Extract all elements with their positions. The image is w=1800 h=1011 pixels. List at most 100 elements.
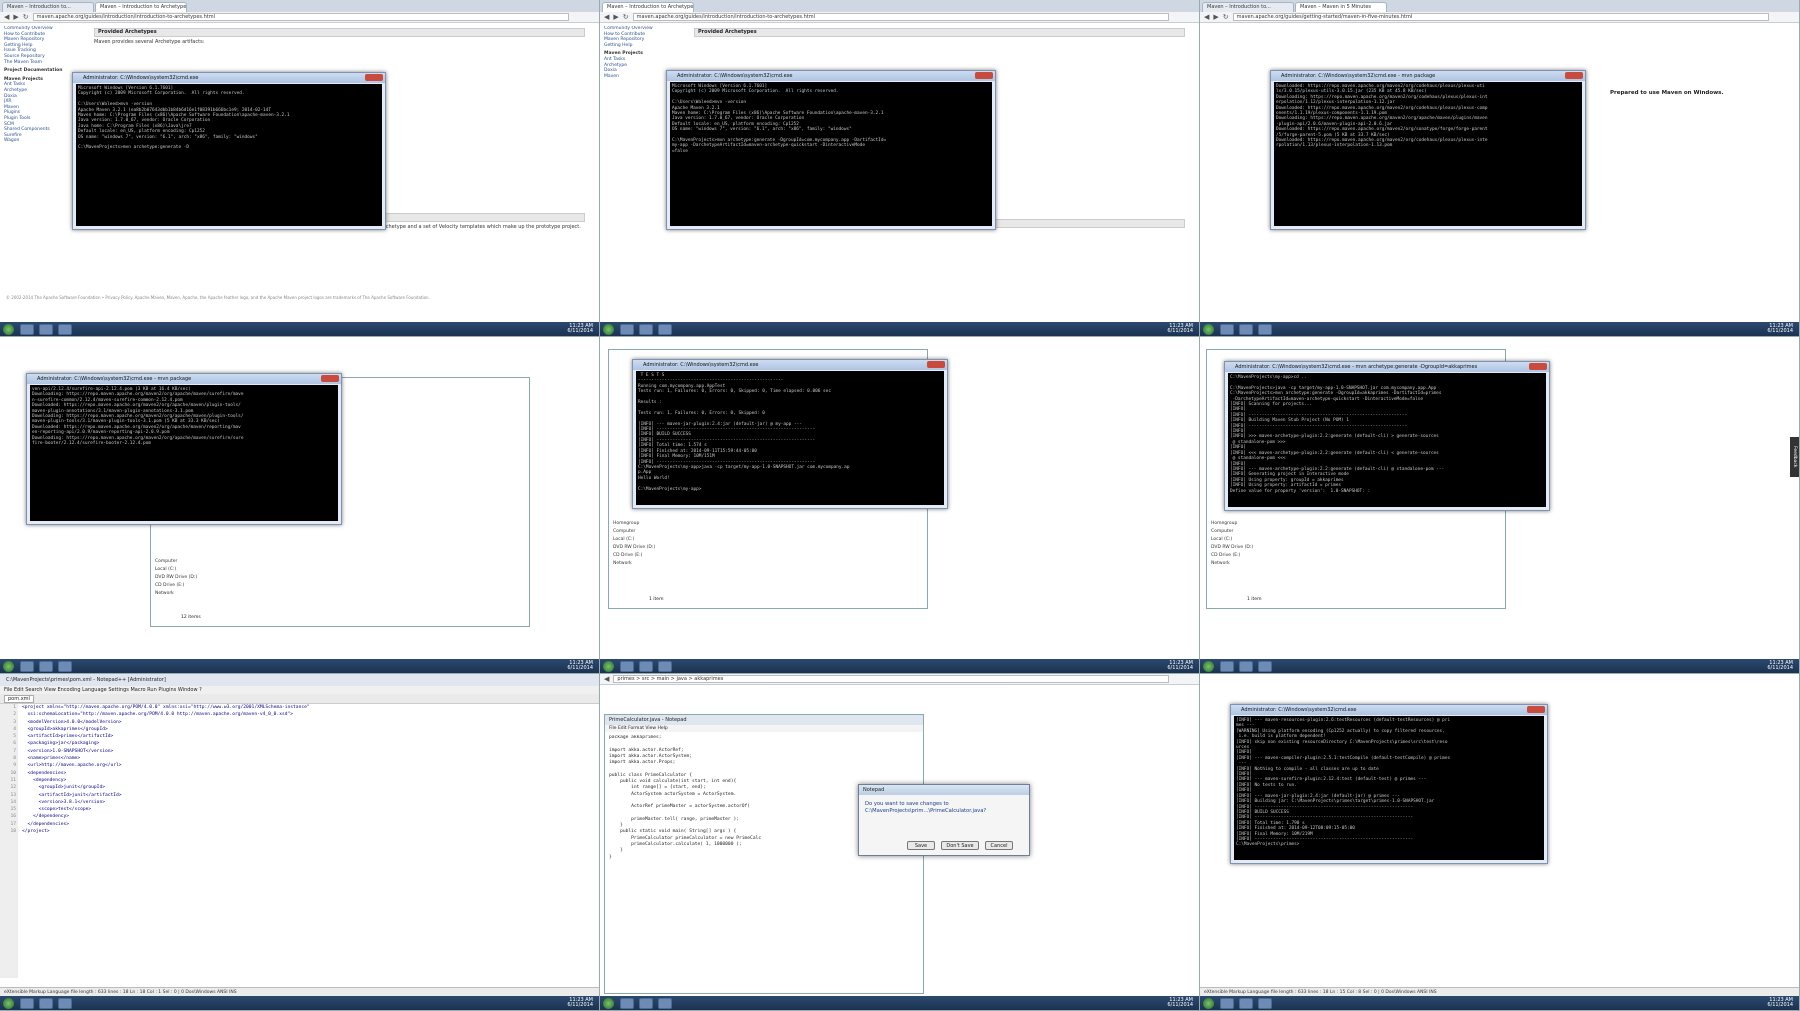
browser-tab-active[interactable]: Maven – Maven in 5 Minutes: [1295, 2, 1387, 12]
cmd-output[interactable]: T E S T S ------------------------------…: [636, 371, 944, 505]
tree-item[interactable]: DVD RW Drive (D:): [155, 574, 197, 582]
browser-tab[interactable]: Maven – Introduction to...: [2, 2, 94, 12]
cmd-window[interactable]: Administrator: C:\Windows\system32\cmd.e…: [72, 72, 386, 230]
start-button-icon[interactable]: [3, 323, 14, 335]
close-icon[interactable]: [365, 74, 383, 81]
chrome-taskbar-icon[interactable]: [39, 323, 53, 335]
explorer-taskbar-icon[interactable]: [20, 323, 34, 335]
back-icon[interactable]: ◀: [4, 13, 9, 21]
start-button-icon[interactable]: [3, 660, 14, 672]
explorer-taskbar-icon[interactable]: [20, 997, 34, 1009]
tree-item[interactable]: Local (C:): [155, 566, 197, 574]
explorer-taskbar-icon[interactable]: [20, 660, 34, 672]
cmd-window[interactable]: Administrator: C:\Windows\system32\cmd.e…: [1230, 704, 1548, 864]
chrome-taskbar-icon[interactable]: [39, 997, 53, 1009]
notepadpp-taskbar-icon[interactable]: [58, 997, 72, 1009]
cmd-window[interactable]: Administrator: C:\Windows\system32\cmd.e…: [1270, 70, 1586, 230]
url-input[interactable]: maven.apache.org/guides/getting-started/…: [1232, 13, 1769, 21]
tree-item[interactable]: Network: [1211, 560, 1253, 568]
tree-item[interactable]: Homegroup: [1211, 520, 1253, 528]
cmd-output[interactable]: Microsoft Windows [Version 6.1.7601] Cop…: [670, 82, 992, 226]
cmd-taskbar-icon[interactable]: [658, 660, 672, 672]
tree-item[interactable]: Local (C:): [1211, 536, 1253, 544]
explorer-taskbar-icon[interactable]: [620, 660, 634, 672]
forward-icon[interactable]: ▶: [13, 13, 18, 21]
explorer-taskbar-icon[interactable]: [1220, 323, 1234, 335]
tree-item[interactable]: Computer: [155, 558, 197, 566]
back-icon[interactable]: ◀: [604, 675, 609, 683]
url-input[interactable]: maven.apache.org/guides/introduction/int…: [32, 13, 569, 21]
back-icon[interactable]: ◀: [604, 13, 609, 21]
start-button-icon[interactable]: [1203, 997, 1214, 1009]
tree-item[interactable]: CD Drive (E:): [155, 582, 197, 590]
tree-item[interactable]: Network: [613, 560, 655, 568]
tree-item[interactable]: Computer: [613, 528, 655, 536]
chrome-taskbar-icon[interactable]: [1239, 323, 1253, 335]
close-icon[interactable]: [975, 72, 993, 79]
cmd-output[interactable]: Downloaded: https://repo.maven.apache.or…: [1274, 82, 1582, 226]
cmd-taskbar-icon[interactable]: [658, 323, 672, 335]
url-input[interactable]: maven.apache.org/guides/introduction/int…: [632, 13, 1169, 21]
path-input[interactable]: primes > src > main > java > akkaprimes: [613, 675, 1169, 683]
chrome-taskbar-icon[interactable]: [639, 323, 653, 335]
start-button-icon[interactable]: [603, 323, 614, 335]
tree-item[interactable]: Computer: [1211, 528, 1253, 536]
chrome-taskbar-icon[interactable]: [1239, 660, 1253, 672]
reload-icon[interactable]: ↻: [1223, 13, 1229, 21]
close-icon[interactable]: [1565, 72, 1583, 79]
tree-item[interactable]: CD Drive (E:): [1211, 552, 1253, 560]
cmd-taskbar-icon[interactable]: [1258, 660, 1272, 672]
chrome-taskbar-icon[interactable]: [1239, 997, 1253, 1009]
start-button-icon[interactable]: [3, 997, 14, 1009]
close-icon[interactable]: [1529, 363, 1547, 370]
browser-tab[interactable]: Maven – Introduction to...: [1202, 2, 1294, 12]
tree-item[interactable]: Local (C:): [613, 536, 655, 544]
back-icon[interactable]: ◀: [1204, 13, 1209, 21]
close-icon[interactable]: [321, 375, 339, 382]
notepad-text[interactable]: package akkaprimes; import akka.actor.Ac…: [609, 735, 919, 989]
start-button-icon[interactable]: [603, 660, 614, 672]
chrome-taskbar-icon[interactable]: [639, 997, 653, 1009]
tree-item[interactable]: DVD RW Drive (D:): [613, 544, 655, 552]
file-tab[interactable]: pom.xml: [4, 695, 34, 703]
save-button[interactable]: Save: [907, 841, 935, 850]
chrome-taskbar-icon[interactable]: [639, 660, 653, 672]
feedback-tab[interactable]: Feedback: [1790, 437, 1799, 477]
close-icon[interactable]: [927, 361, 945, 368]
start-button-icon[interactable]: [603, 997, 614, 1009]
explorer-taskbar-icon[interactable]: [1220, 660, 1234, 672]
notepad-menu[interactable]: File Edit Format View Help: [605, 725, 923, 732]
tree-item[interactable]: Homegroup: [613, 520, 655, 528]
tree-item[interactable]: CD Drive (E:): [613, 552, 655, 560]
code-editor[interactable]: <project xmlns="http://maven.apache.org/…: [22, 704, 593, 978]
dont-save-button[interactable]: Don't Save: [941, 841, 979, 850]
cmd-window[interactable]: Administrator: C:\Windows\system32\cmd.e…: [26, 373, 342, 525]
tree-item[interactable]: Network: [155, 590, 197, 598]
cmd-taskbar-icon[interactable]: [58, 660, 72, 672]
browser-tab-active[interactable]: Maven – Introduction to Archetypes: [95, 2, 187, 12]
cmd-output[interactable]: C:\MavenProjects\my-app>cd .. C:\MavenPr…: [1228, 373, 1546, 507]
cmd-taskbar-icon[interactable]: [58, 323, 72, 335]
save-changes-dialog[interactable]: Notepad Do you want to save changes to C…: [858, 784, 1030, 856]
explorer-taskbar-icon[interactable]: [620, 997, 634, 1009]
cmd-output[interactable]: [INFO] --- maven-resources-plugin:2.6:te…: [1234, 716, 1544, 860]
cmd-output[interactable]: ven-api/2.12.4/surefire-api-2.12.4.pom (…: [30, 385, 338, 521]
cmd-taskbar-icon[interactable]: [1258, 323, 1272, 335]
reload-icon[interactable]: ↻: [23, 13, 29, 21]
browser-tab-active[interactable]: Maven – Introduction to Archetypes: [602, 2, 694, 12]
cmd-window[interactable]: Administrator: C:\Windows\system32\cmd.e…: [666, 70, 996, 230]
cancel-button[interactable]: Cancel: [985, 841, 1013, 850]
chrome-taskbar-icon[interactable]: [39, 660, 53, 672]
explorer-taskbar-icon[interactable]: [620, 323, 634, 335]
start-button-icon[interactable]: [1203, 323, 1214, 335]
cmd-window[interactable]: Administrator: C:\Windows\system32\cmd.e…: [632, 359, 948, 509]
close-icon[interactable]: [1527, 706, 1545, 713]
start-button-icon[interactable]: [1203, 660, 1214, 672]
explorer-taskbar-icon[interactable]: [1220, 997, 1234, 1009]
reload-icon[interactable]: ↻: [623, 13, 629, 21]
menu-bar[interactable]: File Edit Search View Encoding Language …: [0, 686, 599, 694]
cmd-window[interactable]: Administrator: C:\Windows\system32\cmd.e…: [1224, 361, 1550, 511]
forward-icon[interactable]: ▶: [613, 13, 618, 21]
tree-item[interactable]: DVD RW Drive (D:): [1211, 544, 1253, 552]
forward-icon[interactable]: ▶: [1213, 13, 1218, 21]
